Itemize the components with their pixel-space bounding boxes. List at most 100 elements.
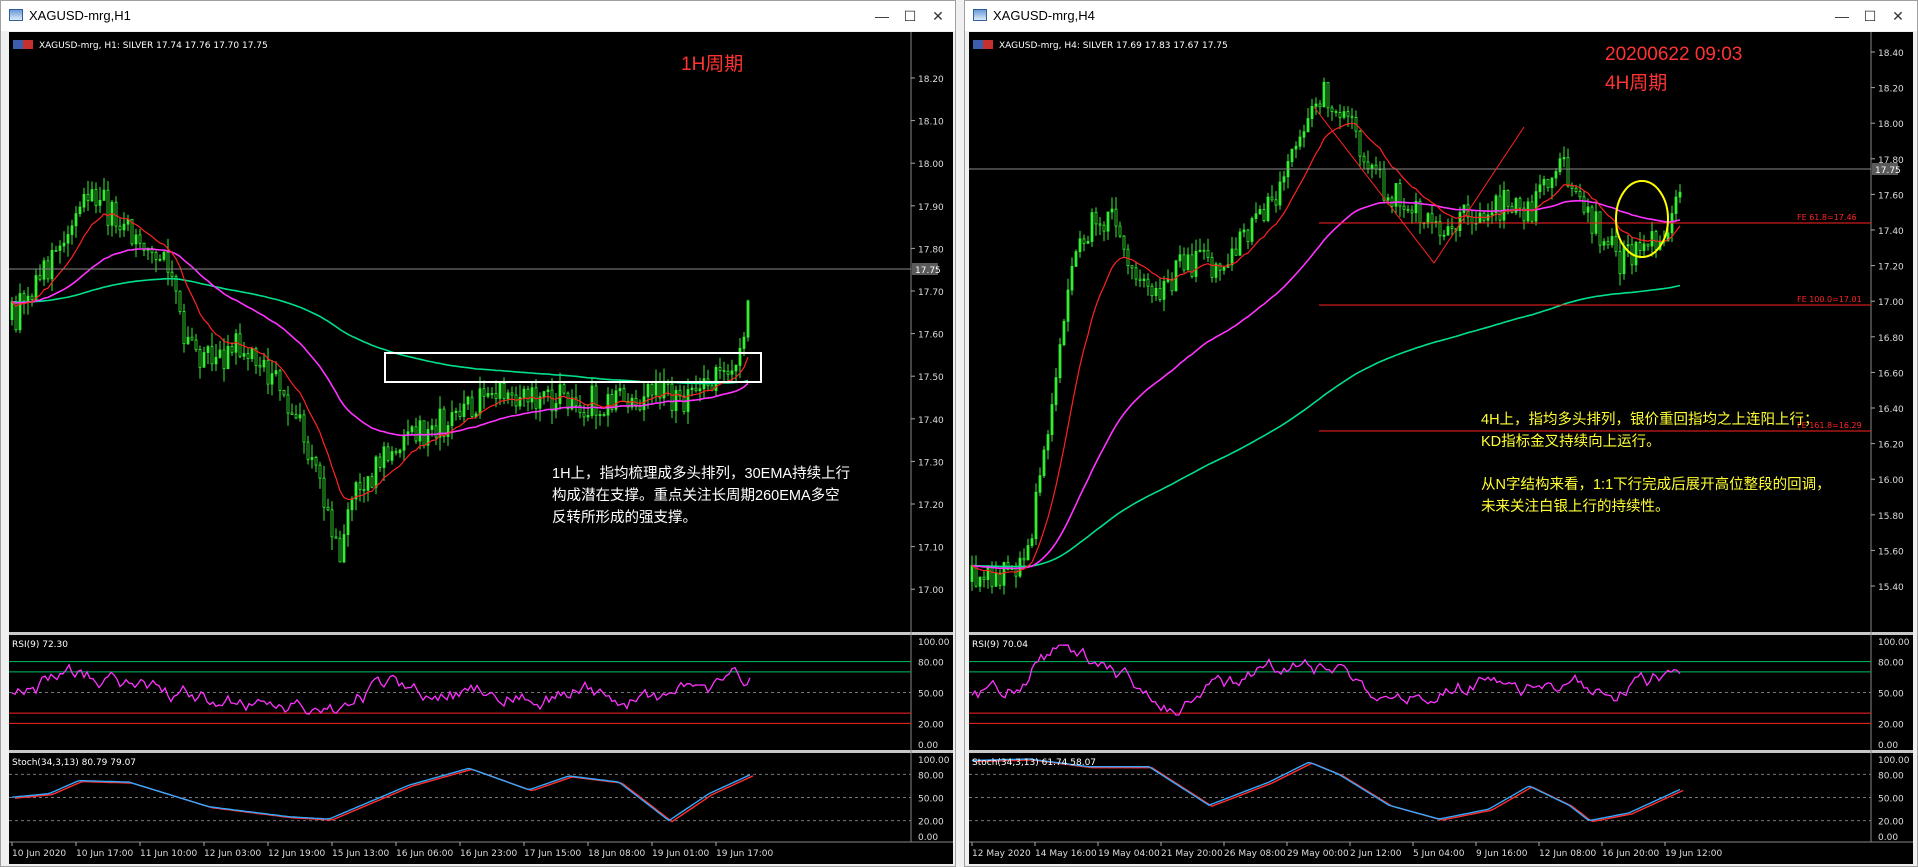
candle-body [298, 414, 302, 419]
candle-body [1562, 157, 1566, 160]
window-h4[interactable]: XAGUSD-mrg,H4 — ☐ ✕ 18.40 18.20 18.00 17.80… [964, 0, 1918, 867]
annotation-text: 构成潜在支撑。重点关注长周期260EMA多空 [552, 487, 840, 504]
candle-body [338, 537, 342, 563]
candle-body [198, 349, 202, 368]
candle-body [66, 234, 70, 244]
candle-body [38, 275, 42, 280]
chart-canvas[interactable]: 18.4018.2018.0017.8017.6017.4017.2017.00… [969, 32, 1913, 864]
chart-header: XAGUSD-mrg, H1: SILVER 17.74 17.76 17.70… [39, 41, 268, 51]
candle-body [1586, 206, 1590, 213]
candle-body [990, 566, 994, 587]
candle-body [286, 394, 290, 414]
candle-body [1482, 212, 1486, 221]
time-label: 19 Jun 17:00 [716, 849, 773, 859]
candle-body [1138, 278, 1142, 281]
candle-body [250, 348, 254, 360]
candle-body [26, 295, 30, 302]
candle-body [1182, 254, 1186, 271]
time-label: 10 Jun 17:00 [76, 849, 133, 859]
symbol-flag-icon [973, 40, 983, 49]
minimize-button[interactable]: — [1829, 5, 1855, 27]
chart-area[interactable]: 18.20 18.10 18.00 17.90 17.80 17.70 17.60 17.50… [9, 32, 953, 864]
candle-body [1066, 289, 1070, 322]
candle-body [1334, 111, 1338, 113]
candle-body [654, 381, 658, 396]
time-label: 17 Jun 15:00 [524, 849, 581, 859]
candle-body [418, 420, 422, 442]
candle-body [386, 446, 390, 461]
close-button[interactable]: ✕ [1885, 5, 1911, 27]
candle-body [1350, 115, 1354, 118]
candle-body [1606, 241, 1610, 246]
symbol-flag-icon [983, 40, 993, 49]
candle-body [1538, 184, 1542, 193]
window-titlebar[interactable]: XAGUSD-mrg,H1 — ☐ ✕ [1, 1, 955, 31]
candle-body [1502, 189, 1506, 221]
price-label: 16.40 [1878, 405, 1904, 415]
maximize-button[interactable]: ☐ [1857, 5, 1883, 27]
candle-body [390, 451, 394, 461]
candle-body [50, 250, 54, 280]
candle-body [1578, 191, 1582, 198]
candle-body [1554, 171, 1558, 179]
close-button[interactable]: ✕ [925, 5, 951, 27]
candle-body [662, 381, 666, 399]
candle-body [1122, 235, 1126, 250]
minimize-button[interactable]: — [869, 5, 895, 27]
candle-body [326, 506, 330, 511]
candle-body [182, 311, 186, 345]
candle-body [546, 389, 550, 393]
candle-body [1042, 449, 1046, 477]
candle-body [1294, 145, 1298, 150]
candle-body [1302, 131, 1306, 138]
candle-body [46, 260, 50, 280]
highlight-circle [1615, 180, 1669, 258]
candle-body [314, 457, 318, 466]
candle-body [278, 370, 282, 391]
candle-body [1150, 285, 1154, 297]
candle-body [1402, 205, 1406, 210]
candle-body [382, 446, 386, 468]
candle-body [1162, 281, 1166, 300]
stoch-scale-label: 80.00 [918, 771, 944, 781]
candle-body [1442, 234, 1446, 237]
candle-body [1022, 557, 1026, 561]
candle-body [602, 414, 606, 416]
candle-body [586, 415, 590, 418]
candle-body [738, 347, 742, 366]
stoch-scale-label: 100.00 [918, 756, 950, 766]
candle-body [1642, 243, 1646, 252]
chart-canvas[interactable]: 18.20 18.10 18.00 17.90 17.80 17.70 17.60 17.50… [9, 32, 953, 864]
candle-body [618, 388, 622, 392]
chart-area[interactable]: 18.40 18.20 18.00 17.80 17.60 17.40 17.20 17.00… [969, 32, 1913, 864]
candle-body [1438, 221, 1442, 237]
candle-body [498, 382, 502, 399]
candle-body [522, 388, 526, 398]
candle-body [170, 271, 174, 277]
candle-body [206, 346, 210, 353]
candle-body [510, 392, 514, 396]
candle-body [342, 534, 346, 563]
candle-body [1090, 212, 1094, 242]
candle-body [550, 389, 554, 412]
candle-body [1542, 179, 1546, 186]
maximize-button[interactable]: ☐ [897, 5, 923, 27]
time-label: 16 Jun 23:00 [460, 849, 517, 859]
time-label: 12 May 2020 [972, 849, 1031, 859]
price-label: 17.40 [918, 416, 944, 426]
window-h1[interactable]: XAGUSD-mrg,H1 — ☐ ✕ 18.20 18.10 18.00 17.90… [0, 0, 956, 867]
candle-body [94, 189, 98, 206]
candle-body [98, 199, 102, 206]
window-titlebar[interactable]: XAGUSD-mrg,H4 — ☐ ✕ [965, 1, 1917, 31]
candle-body [1518, 198, 1522, 209]
candle-body [186, 336, 190, 345]
fibo-level-label: FE 100.0=17.01 [1797, 295, 1862, 304]
candle-body [378, 456, 382, 468]
candle-body [58, 245, 62, 251]
candle-body [1062, 320, 1066, 345]
candle-body [1406, 208, 1410, 211]
price-label: 17.20 [1878, 263, 1904, 273]
candle-body [1574, 187, 1578, 192]
candle-body [1218, 263, 1222, 271]
candle-body [134, 234, 138, 245]
